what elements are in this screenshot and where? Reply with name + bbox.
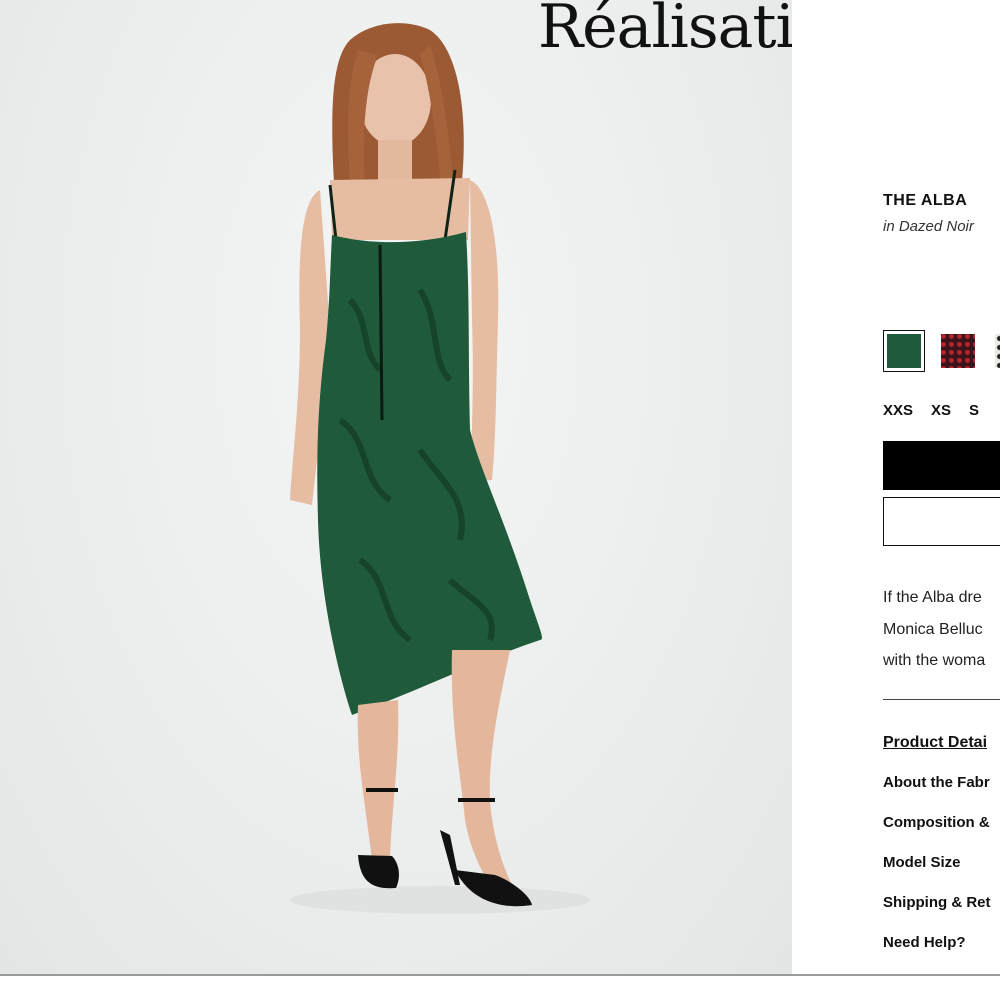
add-to-bag-button[interactable]: [883, 441, 1000, 490]
product-photo: [0, 0, 792, 975]
swatch-dark-red-floral[interactable]: [937, 330, 979, 372]
product-panel: THE ALBA in Dazed Noir XXS XS S If the A…: [792, 0, 1000, 975]
accordion-shipping-returns[interactable]: Shipping & Ret: [883, 892, 991, 932]
size-option-s[interactable]: S: [969, 402, 979, 419]
model-illustration: [290, 23, 590, 914]
accordion-model-size[interactable]: Model Size: [883, 852, 991, 892]
size-option-xs[interactable]: XS: [931, 402, 951, 419]
swatch-white-dot[interactable]: [991, 330, 1000, 372]
product-colour-label: in Dazed Noir: [883, 218, 974, 235]
description-line: Monica Belluc: [883, 620, 983, 638]
product-title: THE ALBA: [883, 192, 968, 209]
accordion-about-fabric[interactable]: About the Fabr: [883, 772, 991, 812]
description-line: If the Alba dre: [883, 589, 982, 606]
accordion-composition[interactable]: Composition &: [883, 812, 991, 852]
colour-swatches: [883, 330, 1000, 372]
page-bottom-border: [0, 974, 1000, 976]
product-info-accordion: Product Detai About the Fabr Composition…: [883, 732, 991, 972]
size-selector: XXS XS S: [883, 402, 979, 419]
section-divider: [883, 699, 1000, 700]
accordion-need-help[interactable]: Need Help?: [883, 932, 991, 972]
swatch-green-paisley[interactable]: [883, 330, 925, 372]
description-line: with the woma: [883, 652, 986, 669]
accordion-product-details[interactable]: Product Detai: [883, 732, 991, 772]
secondary-action-button[interactable]: [883, 497, 1000, 546]
size-option-xxs[interactable]: XXS: [883, 402, 913, 419]
product-description: If the Alba dre Monica Belluc with the w…: [883, 582, 985, 677]
